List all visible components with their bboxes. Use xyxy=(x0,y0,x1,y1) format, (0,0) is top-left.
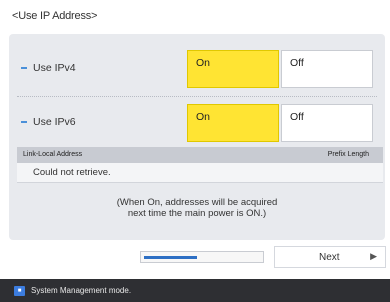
ipv4-label-wrapper: Use IPv4 xyxy=(21,48,76,88)
next-button[interactable]: Next ▶ xyxy=(274,246,386,268)
ipv4-on-button[interactable]: On xyxy=(187,50,279,88)
power-note: (When On, addresses will be acquired nex… xyxy=(9,197,385,219)
dash-bullet-icon xyxy=(21,121,27,123)
ipv6-on-button[interactable]: On xyxy=(187,104,279,142)
progress-fill xyxy=(144,256,197,259)
prefix-length-header: Prefix Length xyxy=(327,151,369,158)
link-local-address-header: Link-Local Address xyxy=(23,151,83,158)
status-text: System Management mode. xyxy=(31,286,132,295)
progress-bar xyxy=(140,251,264,263)
address-table-header: Link-Local Address Prefix Length xyxy=(17,147,383,163)
ipv6-label: Use IPv6 xyxy=(33,116,76,128)
settings-panel: Use IPv4 On Off Use IPv6 On Off Link-Loc… xyxy=(9,34,385,240)
divider xyxy=(17,96,377,97)
dash-bullet-icon xyxy=(21,67,27,69)
address-table-row: Could not retrieve. xyxy=(17,163,383,183)
ipv4-setting-row: Use IPv4 On Off xyxy=(15,48,385,88)
ipv6-label-wrapper: Use IPv6 xyxy=(21,102,76,142)
page-title: <Use IP Address> xyxy=(12,10,98,22)
note-line-2: next time the main power is ON.) xyxy=(127,208,267,219)
retrieve-status-text: Could not retrieve. xyxy=(33,167,111,178)
ipv6-off-button[interactable]: Off xyxy=(281,104,373,142)
next-label: Next xyxy=(319,252,340,263)
system-management-icon: ■ xyxy=(14,285,25,296)
note-line-1: (When On, addresses will be acquired xyxy=(116,197,278,208)
ipv4-label: Use IPv4 xyxy=(33,62,76,74)
ipv4-off-button[interactable]: Off xyxy=(281,50,373,88)
arrow-right-icon: ▶ xyxy=(370,251,377,261)
ipv6-setting-row: Use IPv6 On Off xyxy=(15,102,385,142)
status-bar: ■ System Management mode. xyxy=(0,279,390,302)
